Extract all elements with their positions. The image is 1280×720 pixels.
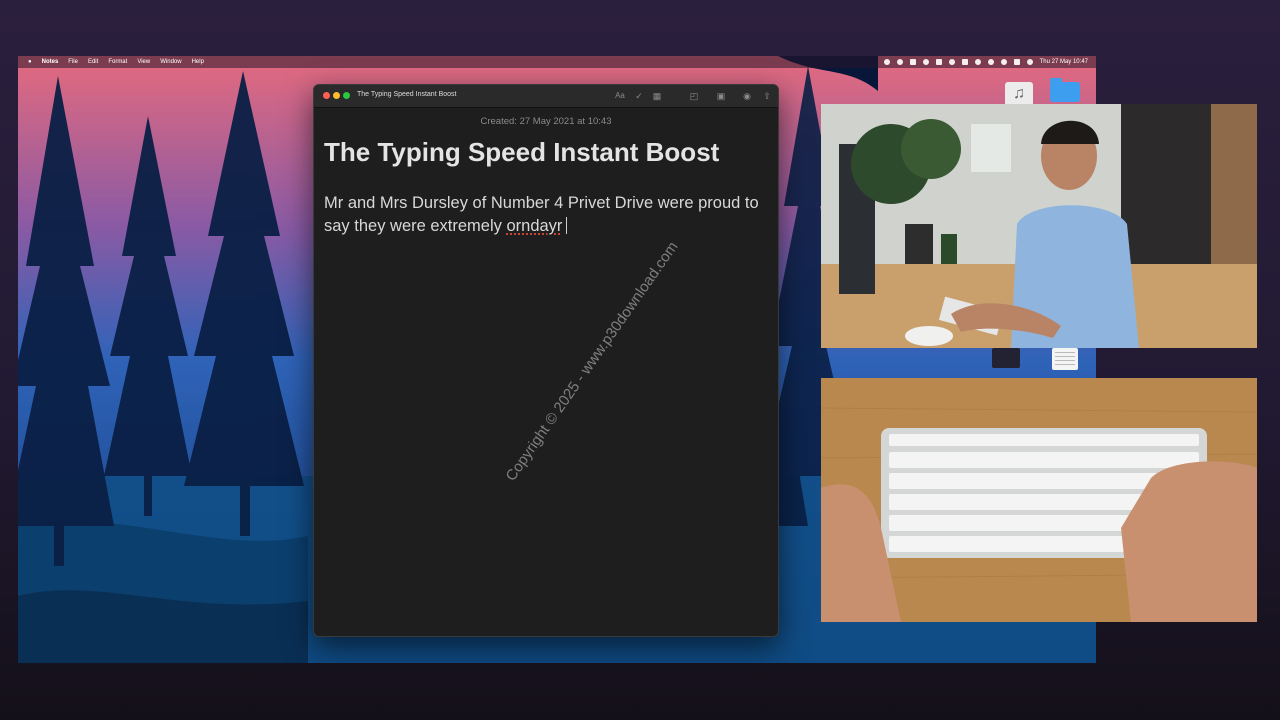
image-file-icon[interactable] — [992, 348, 1020, 368]
note-title[interactable]: The Typing Speed Instant Boost — [324, 137, 719, 168]
apple-icon[interactable]: ● — [28, 59, 32, 65]
misspelled-word[interactable]: orndayr — [506, 217, 562, 235]
maximize-button[interactable] — [343, 92, 350, 99]
minimize-button[interactable] — [333, 92, 340, 99]
lock-icon[interactable]: ◰ — [687, 89, 701, 103]
document-icon[interactable] — [1052, 348, 1078, 370]
app-icon[interactable] — [922, 59, 929, 65]
folder-icon[interactable] — [1050, 78, 1080, 102]
menu-format[interactable]: Format — [108, 59, 127, 65]
menu-clock[interactable]: Thu 27 May 10:47 — [1040, 59, 1088, 65]
webcam-scene — [821, 104, 1257, 348]
table-icon[interactable]: ▦ — [650, 89, 664, 103]
status-tray: Thu 27 May 10:47 — [883, 56, 1088, 68]
menu-window[interactable]: Window — [160, 59, 181, 65]
window-title: The Typing Speed Instant Boost — [357, 91, 457, 98]
menu-file[interactable]: File — [68, 59, 78, 65]
display-icon[interactable] — [935, 59, 942, 65]
collaborate-icon[interactable]: ◉ — [740, 89, 754, 103]
watermark: Copyright © 2025 - www.p30download.com — [502, 238, 682, 485]
user-icon[interactable] — [1026, 59, 1033, 65]
webcam-video-feed — [821, 104, 1257, 348]
text-cursor — [566, 217, 568, 234]
share-icon[interactable]: ⇧ — [760, 89, 774, 103]
format-button[interactable]: Aa — [613, 89, 627, 103]
list-icon[interactable] — [961, 59, 968, 65]
cloud-icon[interactable] — [948, 59, 955, 65]
screen-icon[interactable] — [909, 59, 916, 65]
keyboard-video-feed — [821, 378, 1257, 622]
close-button[interactable] — [323, 92, 330, 99]
record-icon[interactable] — [883, 59, 890, 65]
control-center-icon[interactable] — [1013, 59, 1020, 65]
music-icon[interactable]: ♫ — [1005, 82, 1033, 106]
media-icon[interactable]: ▣ — [714, 89, 728, 103]
created-date: Created: 27 May 2021 at 10:43 — [480, 116, 612, 127]
wifi-icon[interactable] — [987, 59, 994, 65]
title-bar[interactable]: The Typing Speed Instant Boost Aa ✓ ▦ ◰ … — [314, 85, 778, 108]
dropbox-icon[interactable] — [896, 59, 903, 65]
notes-window: The Typing Speed Instant Boost Aa ✓ ▦ ◰ … — [313, 84, 779, 637]
menu-view[interactable]: View — [137, 59, 150, 65]
menu-help[interactable]: Help — [192, 59, 204, 65]
checklist-icon[interactable]: ✓ — [632, 89, 646, 103]
menu-bar: ● Notes File Edit Format View Window Hel… — [18, 56, 1096, 68]
clock-icon[interactable] — [974, 59, 981, 65]
note-body[interactable]: Mr and Mrs Dursley of Number 4 Privet Dr… — [324, 192, 764, 238]
keyboard-scene — [821, 378, 1257, 622]
search-icon[interactable] — [1000, 59, 1007, 65]
menu-edit[interactable]: Edit — [88, 59, 98, 65]
menu-app-notes[interactable]: Notes — [42, 59, 59, 65]
